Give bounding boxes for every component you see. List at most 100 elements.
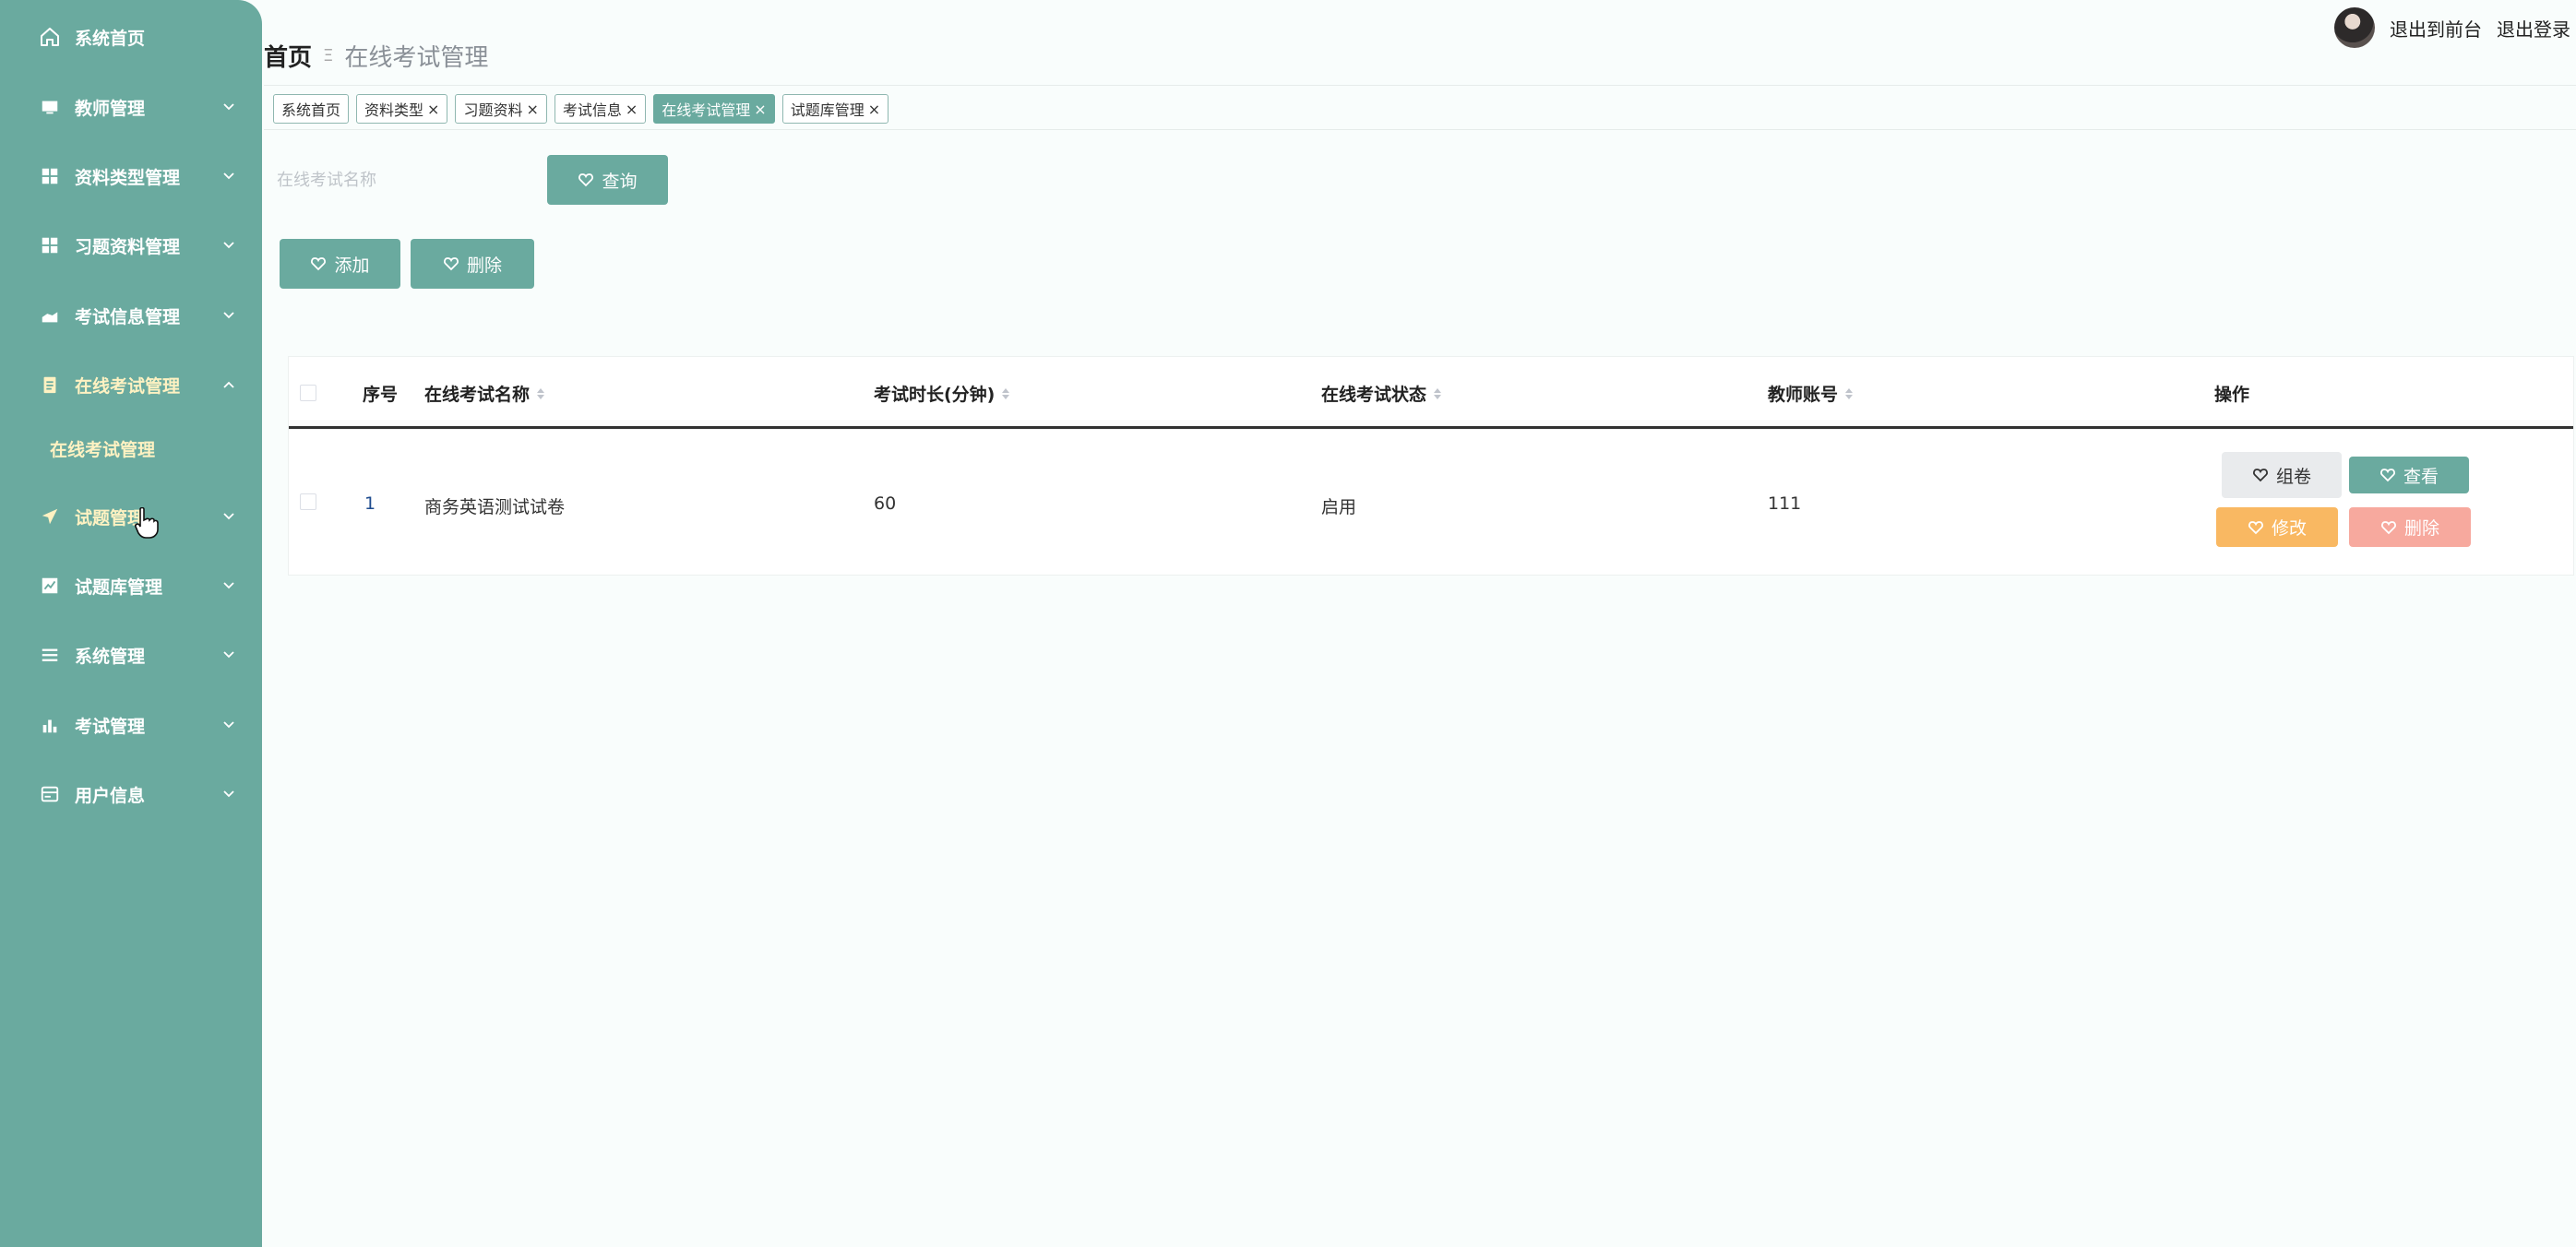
sidebar-item-label: 考试管理 bbox=[75, 716, 146, 737]
sidebar-item-label: 试题库管理 bbox=[75, 576, 163, 598]
user-area: 退出到前台 退出登录 bbox=[2334, 7, 2570, 48]
bar-chart-icon bbox=[37, 712, 63, 738]
chevron-down-icon bbox=[220, 785, 238, 803]
hand-icon bbox=[37, 303, 63, 328]
back-to-front-link[interactable]: 退出到前台 bbox=[2390, 15, 2482, 42]
sidebar-item-label: 考试信息管理 bbox=[75, 306, 181, 327]
chevron-down-icon bbox=[220, 646, 238, 664]
sort-icon bbox=[1002, 387, 1010, 399]
submenu-item-label: 在线考试管理 bbox=[50, 439, 156, 460]
sidebar-item-exam[interactable]: 考试管理 bbox=[0, 697, 262, 753]
logout-link[interactable]: 退出登录 bbox=[2497, 15, 2570, 42]
delete-button[interactable]: 删除 bbox=[411, 239, 534, 289]
tab-question-bank[interactable]: 试题库管理 × bbox=[781, 94, 889, 124]
column-header-status[interactable]: 在线考试状态 bbox=[1321, 381, 1442, 406]
search-input[interactable] bbox=[277, 159, 526, 201]
heart-icon bbox=[444, 257, 459, 271]
close-icon[interactable]: × bbox=[427, 101, 439, 118]
column-header-duration[interactable]: 考试时长(分钟) bbox=[874, 381, 1010, 406]
cell-index: 1 bbox=[364, 493, 376, 514]
sidebar-item-online-exam[interactable]: 在线考试管理 bbox=[0, 357, 262, 412]
close-icon[interactable]: × bbox=[754, 101, 766, 118]
select-all-checkbox[interactable] bbox=[300, 385, 316, 401]
data-table: 序号 在线考试名称 考试时长(分钟) 在线考试状态 教师账号 操作 1 商务英语… bbox=[288, 356, 2574, 576]
compose-paper-button[interactable]: 组卷 bbox=[2222, 452, 2342, 498]
row-delete-button[interactable]: 删除 bbox=[2349, 507, 2471, 547]
edit-button-label: 修改 bbox=[2271, 518, 2307, 539]
breadcrumb-home[interactable]: 首页 bbox=[264, 39, 312, 73]
chevron-down-icon bbox=[220, 306, 238, 325]
cell-status: 启用 bbox=[1321, 497, 1357, 517]
home-icon bbox=[37, 24, 63, 50]
close-icon[interactable]: × bbox=[626, 101, 638, 118]
search-button[interactable]: 查询 bbox=[547, 155, 668, 205]
breadcrumb-separator: Ξ bbox=[323, 46, 334, 65]
heart-icon bbox=[2253, 469, 2268, 482]
sort-icon bbox=[1845, 387, 1854, 399]
sidebar-item-label: 系统首页 bbox=[75, 28, 146, 49]
column-header-index: 序号 bbox=[363, 385, 399, 405]
sidebar-item-exercise[interactable]: 习题资料管理 bbox=[0, 218, 262, 273]
close-icon[interactable]: × bbox=[868, 101, 880, 118]
tags-divider bbox=[264, 129, 2576, 130]
column-header-actions: 操作 bbox=[2214, 385, 2250, 405]
tab-label: 资料类型 bbox=[364, 101, 424, 119]
sidebar-item-label: 在线考试管理 bbox=[75, 375, 181, 397]
tab-material-type[interactable]: 资料类型 × bbox=[356, 94, 448, 124]
sidebar-item-material-type[interactable]: 资料类型管理 bbox=[0, 148, 262, 204]
search-button-label: 查询 bbox=[602, 171, 638, 192]
sidebar-item-question[interactable]: 试题管理 bbox=[0, 489, 262, 544]
add-button-label: 添加 bbox=[334, 255, 370, 276]
add-button[interactable]: 添加 bbox=[280, 239, 400, 289]
tab-online-exam[interactable]: 在线考试管理 × bbox=[653, 94, 775, 124]
list-icon bbox=[37, 642, 63, 668]
submenu-item-online-exam[interactable]: 在线考试管理 bbox=[0, 422, 262, 474]
chart-icon bbox=[37, 573, 63, 599]
tab-exercise[interactable]: 习题资料 × bbox=[455, 94, 547, 124]
grid-icon bbox=[37, 232, 63, 258]
cell-duration: 60 bbox=[874, 493, 897, 514]
sidebar-item-teacher[interactable]: 教师管理 bbox=[0, 79, 262, 135]
sidebar: 系统首页 教师管理 资料类型管理 习题资料管理 考试信息管理 在线考试管理 在线… bbox=[0, 0, 262, 1247]
column-header-name[interactable]: 在线考试名称 bbox=[424, 381, 545, 406]
tab-label: 习题资料 bbox=[463, 101, 523, 119]
heart-icon bbox=[2381, 520, 2396, 534]
row-checkbox[interactable] bbox=[300, 493, 316, 510]
breadcrumb-current: 在线考试管理 bbox=[344, 44, 489, 72]
tab-exam-info[interactable]: 考试信息 × bbox=[554, 94, 647, 124]
send-icon bbox=[37, 504, 63, 529]
heart-icon bbox=[578, 173, 594, 187]
chevron-down-icon bbox=[220, 507, 238, 526]
edit-button[interactable]: 修改 bbox=[2216, 507, 2338, 547]
tab-label: 系统首页 bbox=[281, 101, 341, 119]
heart-icon bbox=[311, 257, 327, 271]
tab-label: 在线考试管理 bbox=[662, 101, 751, 119]
sidebar-item-label: 资料类型管理 bbox=[75, 167, 181, 188]
close-icon[interactable]: × bbox=[526, 101, 538, 118]
view-button[interactable]: 查看 bbox=[2349, 457, 2469, 493]
sidebar-item-exam-info[interactable]: 考试信息管理 bbox=[0, 288, 262, 343]
heart-icon bbox=[2380, 469, 2395, 482]
sidebar-item-label: 用户信息 bbox=[75, 785, 146, 806]
mouse-cursor-icon bbox=[135, 507, 159, 539]
sidebar-item-home[interactable]: 系统首页 bbox=[0, 9, 262, 65]
tab-label: 考试信息 bbox=[562, 101, 622, 119]
sidebar-item-system[interactable]: 系统管理 bbox=[0, 627, 262, 683]
sidebar-item-question-bank[interactable]: 试题库管理 bbox=[0, 558, 262, 613]
column-header-teacher[interactable]: 教师账号 bbox=[1768, 381, 1854, 406]
table-header: 序号 在线考试名称 考试时长(分钟) 在线考试状态 教师账号 操作 bbox=[289, 357, 2573, 429]
tab-home[interactable]: 系统首页 bbox=[273, 94, 350, 124]
avatar bbox=[2334, 7, 2375, 48]
tab-label: 试题库管理 bbox=[790, 101, 865, 119]
view-button-label: 查看 bbox=[2403, 466, 2439, 487]
sidebar-item-label: 教师管理 bbox=[75, 98, 146, 119]
sidebar-item-label: 习题资料管理 bbox=[75, 236, 181, 257]
cell-name: 商务英语测试试卷 bbox=[424, 497, 566, 517]
sidebar-item-label: 系统管理 bbox=[75, 646, 146, 667]
cell-teacher: 111 bbox=[1768, 493, 1802, 514]
sort-icon bbox=[1434, 387, 1442, 399]
tag-bar: 系统首页 资料类型 × 习题资料 × 考试信息 × 在线考试管理 × 试题库管理 × bbox=[273, 94, 889, 124]
chevron-down-icon bbox=[220, 98, 238, 116]
sidebar-item-user[interactable]: 用户信息 bbox=[0, 766, 262, 822]
breadcrumb: 首页 Ξ 在线考试管理 bbox=[264, 39, 488, 73]
